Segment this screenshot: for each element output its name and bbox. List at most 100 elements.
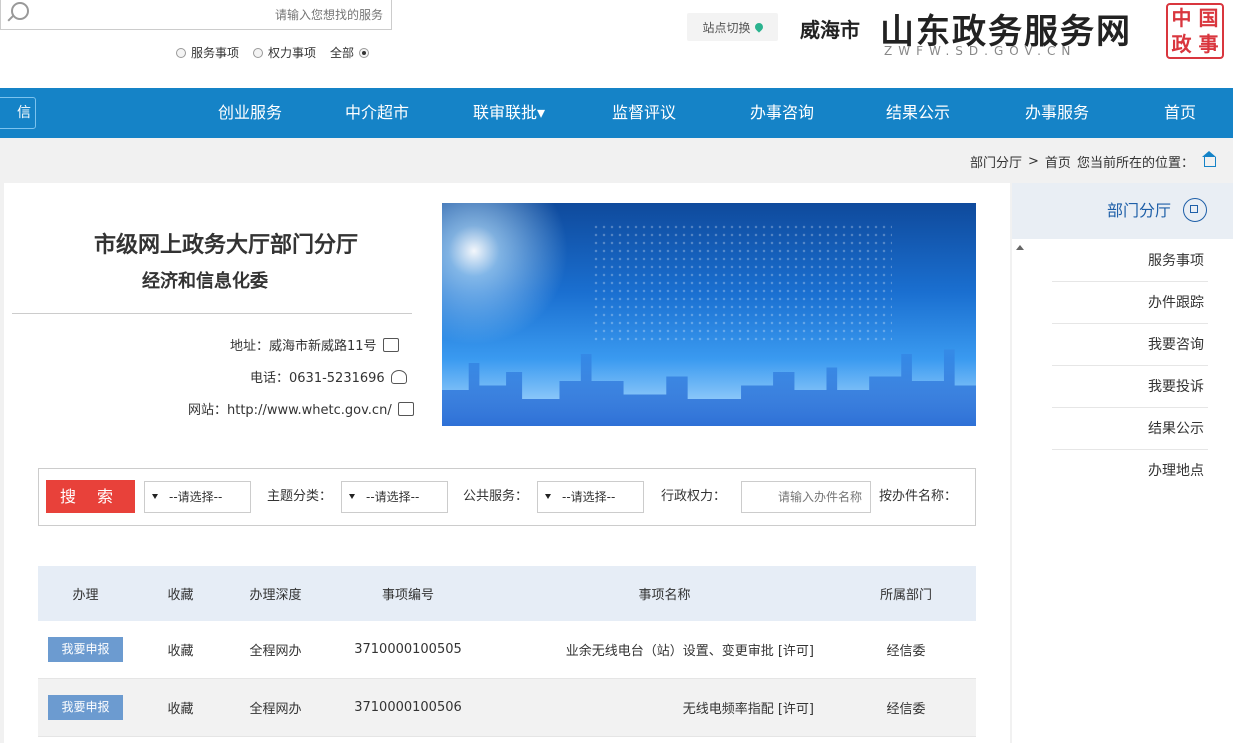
banner-light-flare xyxy=(442,203,602,363)
site-header: 服务事项 权力事项 全部 站点切换 威海市 山东政务服务网 ZWFW.SD.GO… xyxy=(0,0,1233,88)
col-header-action: 办理 xyxy=(72,588,99,603)
nav-item-consult[interactable]: 办事咨询 xyxy=(750,88,814,138)
nav-item-agency-market[interactable]: 中介超市 xyxy=(345,88,409,138)
code-cell: 371000010050​6 xyxy=(354,700,462,715)
site-switch-label: 站点切换 xyxy=(702,20,751,35)
dropdown-arrow-icon xyxy=(545,494,551,499)
site-switch-button[interactable]: 站点切换 xyxy=(687,13,778,41)
apply-button[interactable]: 我要申报 xyxy=(48,637,123,662)
radio-all[interactable]: 全部 xyxy=(330,44,370,61)
breadcrumb-separator: > xyxy=(1028,154,1039,169)
seal-char: 中 xyxy=(1171,6,1192,30)
seal-char: 政 xyxy=(1171,32,1192,56)
theme-select-value: --请选择-- xyxy=(169,490,223,504)
radio-service-items[interactable]: 服务事项 xyxy=(176,44,239,61)
public-service-label: 公共服务： xyxy=(463,489,529,504)
dropdown-arrow-icon xyxy=(349,494,355,499)
search-icon[interactable] xyxy=(11,2,29,20)
website-link[interactable]: 网站：http://www.whetc.gov.cn/ xyxy=(188,399,392,418)
nav-extra-button[interactable]: 信 xyxy=(0,97,36,129)
page-title: 市级网上政务大厅部门分厅 xyxy=(94,233,359,258)
table-row: 我要申报 收藏 全程网办 371000010050​5 业余无线电台（站）设置、… xyxy=(38,621,976,679)
radio-label: 权力事项 xyxy=(268,46,317,60)
col-header-name: 事项名称 xyxy=(638,588,691,603)
main-nav: 信 创业服务 中介超市 联审联批▾ 监督评议 办事咨询 结果公示 办事服务 首页 xyxy=(0,88,1233,138)
search-scope-radios: 服务事项 权力事项 全部 xyxy=(176,44,370,61)
depth-cell: 全程网办 xyxy=(249,702,302,717)
seal-char: 国 xyxy=(1198,6,1219,30)
dept-cell: 经信委 xyxy=(886,702,926,717)
table-header: 办理 收藏 办理深度 事项编号 事项名称 所属部门 xyxy=(38,566,976,621)
public-service-select[interactable]: --请选择-- xyxy=(341,481,448,513)
nav-item-supervision[interactable]: 监督评议 xyxy=(612,88,676,138)
col-header-dept: 所属部门 xyxy=(879,588,932,603)
favorite-link[interactable]: 收藏 xyxy=(133,679,228,736)
radio-label: 服务事项 xyxy=(191,46,240,60)
depth-cell: 全程网办 xyxy=(249,644,302,659)
sidebar-item-service-items[interactable]: 服务事项 xyxy=(1052,240,1208,282)
radio-dot[interactable] xyxy=(176,47,186,58)
breadcrumb-home-link[interactable]: 首页 xyxy=(1045,152,1071,171)
dept-cell: 经信委 xyxy=(886,644,926,659)
sidebar-item-complain[interactable]: 我要投诉 xyxy=(1052,366,1208,408)
radio-label: 全部 xyxy=(330,46,355,60)
banner-world-map xyxy=(592,223,892,343)
item-name-input[interactable] xyxy=(741,481,871,513)
website-row: 网站：http://www.whetc.gov.cn/ xyxy=(188,399,414,418)
breadcrumb: 部门分厅 > 首页 您当前所在的位置： xyxy=(970,150,1216,171)
radio-dot-checked[interactable] xyxy=(359,47,370,58)
public-service-select-value: --请选择-- xyxy=(366,490,420,504)
phone-row: 电话：0631-5231696 xyxy=(250,367,407,386)
radio-power-items[interactable]: 权力事项 xyxy=(253,44,316,61)
sidebar-item-consult[interactable]: 我要咨询 xyxy=(1052,324,1208,366)
phone-text: 电话：0631-5231696 xyxy=(250,371,385,386)
item-name-link[interactable]: 无线电频率指配 [许可] xyxy=(493,679,836,736)
breadcrumb-current: 部门分厅 xyxy=(970,156,1023,171)
sidebar-item-results[interactable]: 结果公示 xyxy=(1052,408,1208,450)
admin-power-label: 行政权力： xyxy=(661,489,727,504)
search-box[interactable] xyxy=(0,0,392,30)
right-sidebar: 部门分厅 服务事项 办件跟踪 我要咨询 我要投诉 结果公示 办理地点 xyxy=(1012,183,1233,743)
nav-item-startup[interactable]: 创业服务 xyxy=(218,88,282,138)
admin-power-select-value: --请选择-- xyxy=(562,490,616,504)
seal-char: 事 xyxy=(1198,32,1219,56)
apply-button[interactable]: 我要申报 xyxy=(48,695,123,720)
action-cell: 我要申报 xyxy=(38,679,133,736)
col-header-favorite: 收藏 xyxy=(167,588,194,603)
action-cell: 我要申报 xyxy=(38,621,133,678)
nav-item-results[interactable]: 结果公示 xyxy=(886,88,950,138)
department-banner-image xyxy=(442,203,976,426)
site-seal-logo[interactable]: 中 国 政 事 xyxy=(1166,3,1224,59)
location-pin-icon xyxy=(752,21,765,33)
caret-up-icon xyxy=(1016,245,1024,250)
theme-select[interactable]: --请选择-- xyxy=(144,481,251,513)
items-table: 办理 收藏 办理深度 事项编号 事项名称 所属部门 我要申报 收藏 全程网办 3… xyxy=(38,566,976,737)
search-input[interactable] xyxy=(41,3,385,27)
sidebar-header: 部门分厅 xyxy=(1012,183,1233,239)
address-text: 地址：威海市新威路11号 xyxy=(230,339,377,354)
sidebar-item-track[interactable]: 办件跟踪 xyxy=(1052,282,1208,324)
favorite-link[interactable]: 收藏 xyxy=(133,621,228,678)
address-sign-icon xyxy=(382,337,399,352)
code-cell: 371000010050​5 xyxy=(354,642,462,657)
sidebar-title: 部门分厅 xyxy=(1107,201,1172,220)
divider xyxy=(12,313,412,314)
table-row: 我要申报 收藏 全程网办 371000010050​6 无线电频率指配 [许可]… xyxy=(38,679,976,737)
nav-item-joint-approval[interactable]: 联审联批▾ xyxy=(473,88,545,138)
nav-item-services[interactable]: 办事服务 xyxy=(1025,88,1089,138)
radio-dot[interactable] xyxy=(253,47,264,58)
sidebar-item-location[interactable]: 办理地点 xyxy=(1052,450,1208,492)
department-name: 经济和信息化委 xyxy=(142,271,268,292)
admin-power-select[interactable]: --请选择-- xyxy=(537,481,644,513)
monitor-icon xyxy=(397,401,414,416)
address-row: 地址：威海市新威路11号 xyxy=(230,335,399,354)
phone-icon xyxy=(390,369,407,384)
col-header-depth: 办理深度 xyxy=(249,588,302,603)
item-name-link[interactable]: 业余无线电台（站）设置、变更审批 [许可] xyxy=(493,621,836,678)
dropdown-arrow-icon xyxy=(152,494,158,499)
city-name: 威海市 xyxy=(800,18,860,42)
filter-search-button[interactable]: 搜 索 xyxy=(46,480,135,513)
department-icon xyxy=(1183,198,1207,222)
nav-item-home[interactable]: 首页 xyxy=(1164,88,1196,138)
main-panel: 市级网上政务大厅部门分厅 经济和信息化委 地址：威海市新威路11号 电话：063… xyxy=(4,183,1010,743)
